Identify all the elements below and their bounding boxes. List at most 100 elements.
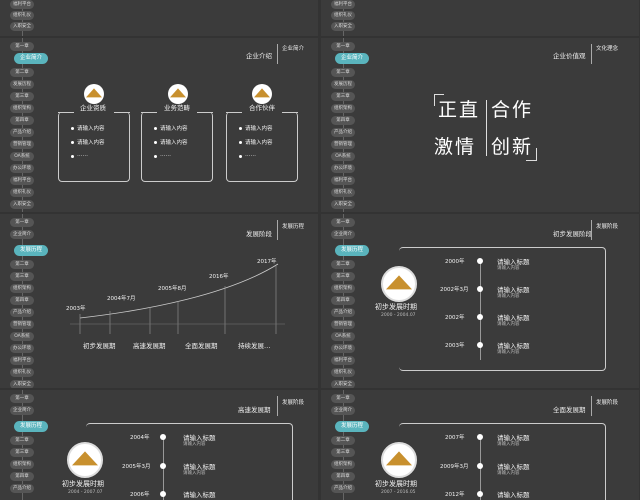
sidebar-active-item[interactable]: 发展历程 [335,421,369,432]
sidebar-item[interactable]: 组织架构 [10,460,34,469]
frame-corner [536,148,537,161]
value-word: 正直 [438,99,481,121]
sidebar-item[interactable]: 组织礼仪 [10,11,34,20]
sidebar-item[interactable]: 组织架构 [331,104,355,113]
timeline-dot [477,258,483,264]
slide-core-values[interactable]: 第一章 企业简介 第二章 发展历程 第三章 组织架构 第四章 产品介绍 营销管理… [321,38,639,212]
card-top-line [226,112,242,113]
sidebar-item[interactable]: 产品介绍 [331,128,355,137]
sidebar-item[interactable]: 发展历程 [10,80,34,89]
sidebar-item[interactable]: 第四章 [331,116,355,125]
sidebar-item[interactable]: 组织架构 [331,460,355,469]
sidebar-item[interactable]: 发展历程 [331,80,355,89]
sidebar-item[interactable]: 产品介绍 [331,308,355,317]
slide-early-stage[interactable]: 第一章 企业简介 发展历程 第二章 第三章 组织架构 第四章 产品介绍 营销管理… [321,214,639,388]
sidebar-item[interactable]: 入职安全 [10,200,34,209]
sidebar-item[interactable]: 第二章 [331,68,355,77]
pyramid-icon [168,84,188,104]
sidebar-item[interactable]: 福利平台 [331,176,355,185]
sidebar-item[interactable]: 组织礼仪 [331,11,355,20]
sidebar-item[interactable]: 组织礼仪 [331,188,355,197]
card-box[interactable] [58,112,130,182]
sidebar-item[interactable]: 入职安全 [331,200,355,209]
sidebar-item[interactable]: 产品介绍 [10,484,34,493]
sidebar-item[interactable]: 第一章 [331,218,355,227]
sidebar-item[interactable]: 办公环境 [331,344,355,353]
sidebar-item[interactable]: 营销管理 [331,320,355,329]
sidebar-item[interactable]: 营销管理 [331,140,355,149]
sidebar-item[interactable]: 第一章 [331,42,355,51]
sidebar-item[interactable]: 第四章 [331,472,355,481]
title-divider [277,44,278,64]
sidebar-item[interactable]: 入职安全 [10,22,34,31]
title-divider [591,396,592,416]
sidebar-item[interactable]: 第四章 [331,296,355,305]
card-item: …… [245,152,256,158]
sidebar-item[interactable]: 第二章 [331,260,355,269]
event-title[interactable]: 请输入标题 [497,489,530,499]
period-title: 初步发展时期 [375,303,417,311]
period-title: 初步发展时期 [62,480,104,488]
slide-development-stages[interactable]: 第一章 企业简介 发展历程 第二章 第三章 组织架构 第四章 产品介绍 营销管理… [0,214,318,388]
sidebar-item[interactable]: 产品介绍 [331,484,355,493]
card-title: 合作伙伴 [249,104,275,112]
sidebar-item[interactable]: OA系统 [10,152,34,161]
sidebar-item[interactable]: 组织礼仪 [10,188,34,197]
sidebar-active-item[interactable]: 发展历程 [14,421,48,432]
pyramid-icon [381,442,417,478]
sidebar-item[interactable]: 福利平台 [331,0,355,9]
sidebar-item[interactable]: 入职安全 [331,22,355,31]
sidebar-item[interactable]: 企业简介 [331,230,355,239]
sidebar-active-item[interactable]: 企业简介 [14,53,48,64]
sidebar-active-item[interactable]: 发展历程 [335,245,369,256]
sidebar-item[interactable]: 企业简介 [331,406,355,415]
slide-top-left-partial[interactable]: 福利平台 组织礼仪 入职安全 [0,0,318,36]
sidebar-item[interactable]: 第一章 [331,394,355,403]
sidebar-item[interactable]: 第一章 [10,394,34,403]
sidebar-active-item[interactable]: 企业简介 [335,53,369,64]
card-top-line [197,112,213,113]
slide-top-right-partial[interactable]: 福利平台 组织礼仪 入职安全 [321,0,639,36]
card-box[interactable] [141,112,213,182]
sidebar-item[interactable]: 组织架构 [331,284,355,293]
slide-title: 高速发展期 [238,406,271,414]
sidebar-item[interactable]: 第三章 [10,92,34,101]
sidebar-item[interactable]: 第三章 [331,92,355,101]
slide-full-development[interactable]: 第一章 企业简介 发展历程 第二章 第三章 组织架构 第四章 产品介绍 全面发展… [321,390,639,500]
sidebar-item[interactable]: 组织礼仪 [331,368,355,377]
sidebar-item[interactable]: 第三章 [331,272,355,281]
sidebar-item[interactable]: 福利平台 [10,176,34,185]
card-item: …… [160,152,171,158]
sidebar-item[interactable]: 产品介绍 [10,128,34,137]
sidebar-item[interactable]: 办公环境 [331,164,355,173]
sidebar-item[interactable]: 企业简介 [10,406,34,415]
sidebar-item[interactable]: 福利平台 [10,0,34,9]
sidebar-item[interactable]: 营销管理 [10,140,34,149]
event-date: 2002年 [445,315,465,321]
sidebar-item[interactable]: 入职安全 [331,380,355,388]
pyramid-icon [252,84,272,104]
card-item: …… [77,152,88,158]
sidebar-item[interactable]: OA系统 [331,152,355,161]
sidebar-item[interactable]: 办公环境 [10,164,34,173]
event-date: 2002年3月 [440,287,469,293]
year-label: 2016年 [209,274,229,280]
sidebar-item[interactable]: 第四章 [10,472,34,481]
slide-fast-growth[interactable]: 第一章 企业简介 发展历程 第二章 第三章 组织架构 第四章 产品介绍 高速发展… [0,390,318,500]
sidebar-item[interactable]: 组织架构 [10,104,34,113]
sidebar-item[interactable]: 第三章 [10,448,34,457]
card-top-line [114,112,130,113]
bullet [71,127,74,130]
card-box[interactable] [226,112,298,182]
slide-company-intro[interactable]: 第一章 企业简介 第二章 发展历程 第三章 组织架构 第四章 产品介绍 营销管理… [0,38,318,212]
event-title[interactable]: 请输入标题 [183,489,216,499]
sidebar-item[interactable]: 第二章 [10,436,34,445]
sidebar-item[interactable]: 第一章 [10,42,34,51]
sidebar-item[interactable]: 第三章 [331,448,355,457]
sidebar-item[interactable]: 第二章 [331,436,355,445]
sidebar-item[interactable]: OA系统 [331,332,355,341]
sidebar-item[interactable]: 第四章 [10,116,34,125]
sidebar-item[interactable]: 福利平台 [331,356,355,365]
sidebar-item[interactable]: 第二章 [10,68,34,77]
timeline-dot [477,463,483,469]
